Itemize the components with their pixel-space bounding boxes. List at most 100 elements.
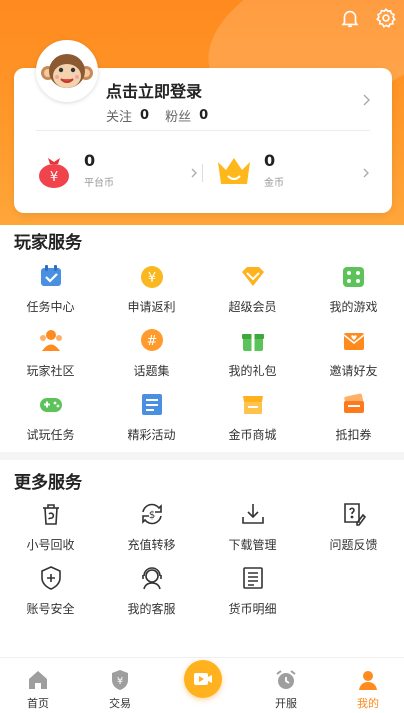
service-label: 精彩活动 (127, 428, 176, 442)
profile-card: 点击立即登录 关注 0 粉丝 0 ¥ 0 平台币 0 金币 (14, 40, 392, 213)
service-super-vip[interactable]: 超级会员 (202, 262, 303, 315)
feedback-question-icon (340, 500, 368, 528)
ledger-list-icon (239, 564, 267, 592)
service-alt-account-recycle[interactable]: 小号回收 (0, 500, 101, 553)
service-my-gifts[interactable]: 我的礼包 (202, 326, 303, 379)
platform-coin-wallet[interactable]: ¥ 0 平台币 (34, 150, 114, 190)
bell-icon[interactable] (338, 6, 362, 30)
recycle-bin-icon (37, 500, 65, 528)
avatar[interactable] (36, 40, 98, 102)
section-separator (0, 452, 404, 460)
wallet-divider (202, 164, 203, 182)
person-icon (359, 671, 377, 690)
service-label: 试玩任务 (26, 428, 75, 442)
fans-count: 0 (199, 108, 209, 123)
top-actions (338, 6, 398, 30)
service-topics[interactable]: # 话题集 (101, 326, 202, 379)
service-apply-rebate[interactable]: ¥ 申请返利 (101, 262, 202, 315)
chevron-right-icon[interactable] (360, 94, 372, 106)
tab-open-server-label: 开服 (275, 697, 297, 710)
service-label: 金币商城 (228, 428, 277, 442)
service-label: 问题反馈 (329, 538, 378, 552)
video-center-button[interactable] (184, 660, 222, 698)
topic-hash-icon: # (138, 326, 166, 354)
shield-yen-icon: ¥ (112, 670, 128, 690)
player-services-title: 玩家服务 (14, 233, 82, 253)
gamepad-icon (37, 390, 65, 418)
task-calendar-icon (37, 262, 65, 290)
service-label: 我的礼包 (228, 364, 277, 378)
platform-coin-label: 平台币 (84, 178, 114, 189)
vip-diamond-icon (239, 262, 267, 290)
service-label: 小号回收 (26, 538, 75, 552)
download-icon (239, 500, 267, 528)
service-label: 账号安全 (26, 602, 75, 616)
service-label: 申请返利 (127, 300, 176, 314)
service-feedback[interactable]: 问题反馈 (303, 500, 404, 553)
chevron-right-icon[interactable] (189, 168, 199, 178)
service-label: 任务中心 (26, 300, 75, 314)
tab-home[interactable]: 首页 (8, 668, 68, 711)
gold-coin-label: 金币 (264, 178, 284, 189)
login-button[interactable]: 点击立即登录 (106, 78, 202, 102)
follow-count: 0 (140, 108, 150, 123)
shield-plus-icon (37, 564, 65, 592)
service-label: 话题集 (133, 364, 170, 378)
service-task-center[interactable]: 任务中心 (0, 262, 101, 315)
service-coin-shop[interactable]: 金币商城 (202, 390, 303, 443)
service-currency-details[interactable]: 货币明细 (202, 564, 303, 617)
tab-trade[interactable]: ¥ 交易 (90, 668, 150, 711)
follow-stats: 关注 0 粉丝 0 (106, 106, 216, 125)
service-my-games[interactable]: 我的游戏 (303, 262, 404, 315)
service-label: 超级会员 (228, 300, 277, 314)
svg-text:¥: ¥ (147, 271, 155, 286)
gold-coin-value: 0 (264, 151, 276, 170)
service-player-community[interactable]: 玩家社区 (0, 326, 101, 379)
service-label: 下载管理 (228, 538, 277, 552)
tab-mine[interactable]: 我的 (338, 668, 398, 711)
divider (36, 130, 370, 131)
service-trial-tasks[interactable]: 试玩任务 (0, 390, 101, 443)
customer-service-icon (138, 564, 166, 592)
invite-mail-icon (340, 326, 368, 354)
service-coupons[interactable]: 抵扣券 (303, 390, 404, 443)
service-download-manager[interactable]: 下载管理 (202, 500, 303, 553)
tab-trade-label: 交易 (109, 697, 131, 710)
gift-box-icon (239, 326, 267, 354)
crown-icon (218, 158, 250, 184)
transfer-dollar-icon: $ (138, 500, 166, 528)
service-label: 邀请好友 (329, 364, 378, 378)
rebate-coin-icon: ¥ (138, 262, 166, 290)
gold-coin-wallet[interactable]: 0 金币 (214, 150, 284, 190)
activity-news-icon (138, 390, 166, 418)
chevron-right-icon[interactable] (361, 168, 371, 178)
service-recharge-transfer[interactable]: $ 充值转移 (101, 500, 202, 553)
platform-coin-value: 0 (84, 151, 96, 170)
service-account-security[interactable]: 账号安全 (0, 564, 101, 617)
community-people-icon (37, 326, 65, 354)
svg-text:¥: ¥ (50, 170, 58, 185)
video-play-icon (194, 673, 212, 685)
svg-text:#: # (146, 334, 157, 349)
money-bag-icon: ¥ (39, 158, 69, 188)
service-invite-friends[interactable]: 邀请好友 (303, 326, 404, 379)
tab-open-server[interactable]: 开服 (256, 668, 316, 711)
service-events[interactable]: 精彩活动 (101, 390, 202, 443)
service-label: 我的游戏 (329, 300, 378, 314)
service-label: 抵扣券 (335, 428, 372, 442)
coupon-ticket-icon (340, 390, 368, 418)
service-label: 货币明细 (228, 602, 277, 616)
service-my-support[interactable]: 我的客服 (101, 564, 202, 617)
follow-label: 关注 (106, 110, 133, 125)
tab-home-label: 首页 (27, 697, 49, 710)
service-label: 我的客服 (127, 602, 176, 616)
fans-label: 粉丝 (165, 110, 192, 125)
game-dice-icon (340, 262, 368, 290)
svg-text:$: $ (148, 510, 154, 521)
more-services-title: 更多服务 (14, 473, 82, 493)
tab-mine-label: 我的 (357, 697, 379, 710)
gear-icon[interactable] (374, 6, 398, 30)
service-label: 充值转移 (127, 538, 176, 552)
service-label: 玩家社区 (26, 364, 75, 378)
home-icon (29, 671, 47, 689)
